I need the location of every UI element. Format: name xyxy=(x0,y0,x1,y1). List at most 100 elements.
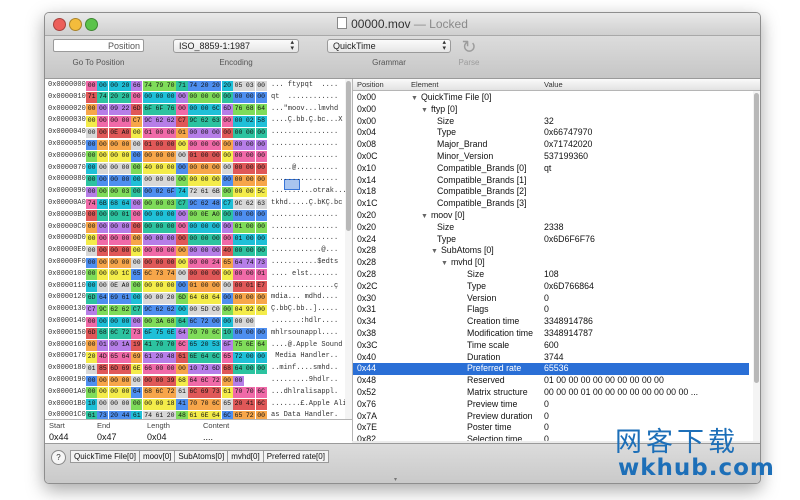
hex-byte[interactable]: 00 xyxy=(244,139,256,151)
hex-byte[interactable]: 00 xyxy=(244,92,256,104)
hex-byte[interactable]: 00 xyxy=(108,222,120,233)
hex-byte[interactable]: A0 xyxy=(119,127,132,139)
hex-byte[interactable]: 00 xyxy=(232,375,245,387)
hex-byte[interactable]: 00 xyxy=(244,233,256,245)
hex-byte[interactable]: 00 xyxy=(199,163,211,174)
hex-ascii[interactable]: ................ xyxy=(271,151,338,163)
hex-byte[interactable]: 64 xyxy=(187,292,199,304)
hex-byte[interactable]: 00 xyxy=(232,210,245,222)
hex-byte[interactable]: 01 xyxy=(244,281,256,292)
hex-byte[interactable]: 00 xyxy=(165,257,177,269)
hex-byte[interactable]: 00 xyxy=(119,399,132,410)
tree-row[interactable]: 0x24 Type 0x6D6F6F76 xyxy=(353,234,749,246)
hex-byte[interactable]: 00 xyxy=(221,222,233,233)
hex-byte[interactable]: 00 xyxy=(97,269,109,281)
hex-byte[interactable]: 00 xyxy=(199,245,211,257)
hex-byte[interactable]: 00 xyxy=(108,257,120,269)
hex-ascii[interactable]: ..........otrak...\ xyxy=(271,186,351,198)
hex-byte[interactable]: 01 xyxy=(97,340,109,351)
hex-byte[interactable]: 00 xyxy=(153,399,165,410)
hex-byte[interactable]: 00 xyxy=(108,375,120,387)
hex-ascii[interactable]: .....@.......... xyxy=(271,163,338,175)
hex-byte[interactable]: 6C xyxy=(210,328,222,340)
hex-byte[interactable]: 00 xyxy=(131,210,143,222)
hex-byte[interactable]: 6C xyxy=(255,387,267,399)
hex-byte[interactable]: 02 xyxy=(153,186,165,198)
hex-byte[interactable]: 61 xyxy=(142,351,154,363)
hex-byte[interactable]: C7 xyxy=(176,115,188,127)
hex-byte[interactable]: 64 xyxy=(199,351,211,363)
breadcrumb-item[interactable]: mvhd[0] xyxy=(227,450,264,463)
hex-byte[interactable]: 00 xyxy=(187,245,199,257)
hex-byte[interactable]: 00 xyxy=(221,292,233,304)
tree-row[interactable]: 0x00 ▼ QuickTime File [0] xyxy=(353,92,749,104)
hex-byte[interactable]: 00 xyxy=(142,316,154,328)
column-position[interactable]: Position xyxy=(357,80,384,89)
hex-byte[interactable]: 65 xyxy=(108,351,120,363)
hex-byte[interactable]: 73 xyxy=(199,363,211,375)
column-value[interactable]: Value xyxy=(544,80,563,89)
hex-byte[interactable]: 00 xyxy=(176,257,188,269)
hex-byte[interactable]: 00 xyxy=(187,139,199,151)
hex-byte[interactable]: 73 xyxy=(210,387,222,399)
hex-byte[interactable]: 00 xyxy=(176,174,188,186)
hex-byte[interactable]: 6E xyxy=(165,328,177,340)
hex-byte[interactable]: 6C xyxy=(142,269,154,281)
hex-row[interactable]: 0x0000100 00 00 00 1C 65 6C 73 74 00 00 00 00 00 00 00 0… xyxy=(45,269,352,281)
hex-byte[interactable]: 68 xyxy=(142,387,154,399)
hex-byte[interactable]: 70 xyxy=(232,387,245,399)
position-input[interactable]: Position xyxy=(53,39,144,52)
hex-byte[interactable]: 00 xyxy=(199,222,211,233)
hex-byte[interactable]: 20 xyxy=(221,80,233,92)
hex-byte[interactable]: 6D xyxy=(108,363,120,375)
hex-byte[interactable]: 00 xyxy=(165,151,177,163)
hex-byte[interactable]: 00 xyxy=(232,163,245,174)
hex-byte[interactable]: 00 xyxy=(131,399,143,410)
hex-byte[interactable]: 9C xyxy=(187,198,199,210)
hex-byte[interactable]: 75 xyxy=(232,340,245,351)
hex-byte[interactable]: 00 xyxy=(108,316,120,328)
hex-byte[interactable]: 00 xyxy=(244,269,256,281)
hex-byte[interactable]: 00 xyxy=(86,281,98,292)
hex-byte[interactable]: 85 xyxy=(97,363,109,375)
hex-byte[interactable]: 00 xyxy=(119,222,132,233)
disclosure-triangle-icon[interactable]: ▼ xyxy=(431,248,438,255)
hex-byte[interactable]: 01 xyxy=(176,127,188,139)
hex-byte[interactable]: 00 xyxy=(142,257,154,269)
hex-row[interactable]: 0x0000110 00 00 0E A0 00 00 00 00 00 01 00 00 00 00 01 E… xyxy=(45,281,352,293)
breadcrumb-item[interactable]: moov[0] xyxy=(138,450,176,463)
hex-byte[interactable]: 00 xyxy=(244,186,256,198)
hex-byte[interactable]: 92 xyxy=(244,304,256,316)
hex-byte[interactable]: 00 xyxy=(232,92,245,104)
hex-byte[interactable]: 00 xyxy=(131,174,143,186)
hex-byte[interactable]: 64 xyxy=(97,292,109,304)
hex-byte[interactable]: 00 xyxy=(86,104,98,115)
hex-byte[interactable]: 00 xyxy=(176,139,188,151)
hex-byte[interactable]: 01 xyxy=(119,210,132,222)
hex-byte[interactable]: 00 xyxy=(153,174,165,186)
hex-byte[interactable]: 00 xyxy=(187,163,199,174)
hex-byte[interactable]: 00 xyxy=(119,151,132,163)
hex-byte[interactable]: C7 xyxy=(86,304,98,316)
hex-byte[interactable]: 00 xyxy=(176,304,188,316)
hex-bytes[interactable]: 00 00 00 01 00 00 00 00 00 00 0E A0 00 00 00 00 xyxy=(86,210,267,222)
hex-byte[interactable]: 00 xyxy=(131,281,143,292)
hex-byte[interactable]: 00 xyxy=(232,115,245,127)
hex-byte[interactable]: 00 xyxy=(153,139,165,151)
hex-ascii[interactable]: ................ xyxy=(271,222,338,234)
hex-ascii[interactable]: ................ xyxy=(271,139,338,151)
hex-byte[interactable]: 00 xyxy=(199,269,211,281)
hex-byte[interactable]: 00 xyxy=(199,233,211,245)
hex-byte[interactable]: 00 xyxy=(97,174,109,186)
hex-bytes[interactable]: 00 00 00 20 66 74 79 70 71 74 20 20 20 05 03 00 xyxy=(86,80,267,92)
hex-byte[interactable]: 48 xyxy=(165,351,177,363)
hex-byte[interactable]: 00 xyxy=(199,151,211,163)
hex-byte[interactable]: 61 xyxy=(199,186,211,198)
hex-byte[interactable]: 65 xyxy=(221,257,233,269)
hex-byte[interactable]: 00 xyxy=(244,163,256,174)
hex-ascii[interactable]: ................ xyxy=(271,174,338,186)
hex-byte[interactable]: 00 xyxy=(131,245,143,257)
hex-byte[interactable]: 72 xyxy=(210,375,222,387)
hex-byte[interactable]: 02 xyxy=(244,115,256,127)
hex-byte[interactable]: 00 xyxy=(187,92,199,104)
